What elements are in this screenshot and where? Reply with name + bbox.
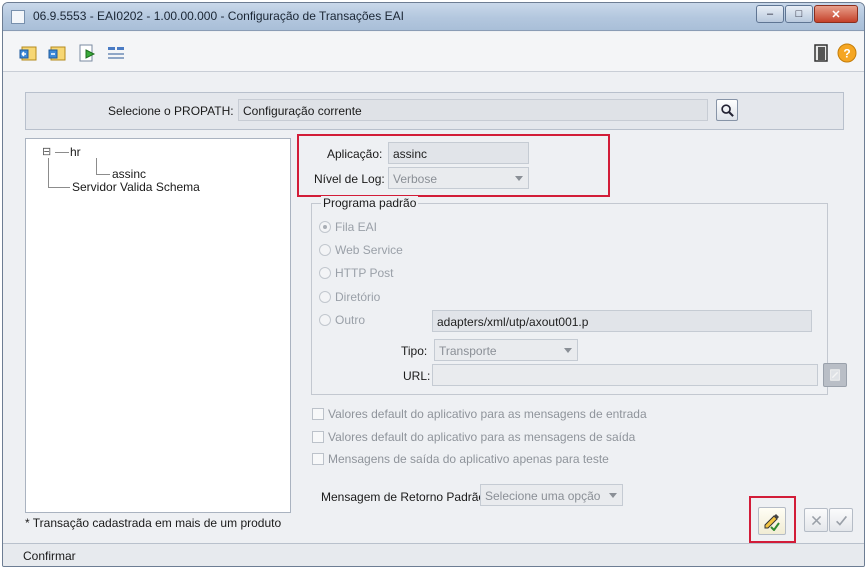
tipo-value: Transporte (439, 344, 497, 358)
tree-node-hr[interactable]: hr (70, 145, 81, 159)
exit-door-icon[interactable] (809, 41, 833, 65)
url-label: URL: (403, 369, 431, 383)
nivel-log-value: Verbose (393, 172, 438, 186)
radio-http-post[interactable]: HTTP Post (319, 264, 393, 282)
retorno-label: Mensagem de Retorno Padrão: (321, 490, 489, 504)
tree-connector (48, 187, 70, 188)
aplicacao-field[interactable]: assinc (388, 142, 529, 164)
chevron-down-icon (515, 176, 523, 181)
radio-outro[interactable]: Outro (319, 311, 365, 329)
chevron-down-icon (609, 493, 617, 498)
radio-button[interactable] (319, 291, 331, 303)
footnote: * Transação cadastrada em mais de um pro… (25, 516, 282, 530)
main-window: 06.9.5553 - EAI0202 - 1.00.00.000 - Conf… (2, 2, 865, 567)
radio-fila-eai[interactable]: Fila EAI (319, 218, 377, 236)
edit-icon (830, 369, 840, 381)
previous-record-icon[interactable] (46, 41, 70, 65)
propath-bar: Selecione o PROPATH: Configuração corren… (25, 92, 844, 130)
checkbox-label: Valores default do aplicativo para as me… (328, 430, 636, 444)
radio-label: Fila EAI (335, 220, 378, 234)
programa-padrao-title: Programa padrão (321, 196, 419, 210)
transaction-tree[interactable]: ⊟ hr assinc Servidor Valida Schema (25, 138, 291, 513)
checkmark-icon (835, 515, 847, 526)
radio-button[interactable] (319, 221, 331, 233)
close-icon (811, 515, 821, 525)
radio-button[interactable] (319, 267, 331, 279)
go-to-record-icon[interactable] (75, 41, 99, 65)
pencil-icon (764, 514, 780, 531)
maximize-button[interactable]: □ (785, 5, 813, 23)
checkbox[interactable] (312, 453, 324, 465)
checkbox-label: Mensagens de saída do aplicativo apenas … (328, 452, 609, 466)
radio-label: Diretório (335, 290, 381, 304)
tree-connector (48, 158, 49, 187)
radio-label: HTTP Post (335, 266, 394, 280)
tree-connector (96, 158, 97, 174)
window-title: 06.9.5553 - EAI0202 - 1.00.00.000 - Conf… (33, 9, 404, 23)
search-icon (720, 103, 734, 117)
window-controls: – □ ✕ (755, 5, 858, 23)
list-icon[interactable] (104, 41, 128, 65)
app-icon (11, 10, 25, 24)
edit-button[interactable] (758, 507, 786, 535)
radio-button[interactable] (319, 314, 331, 326)
outro-program-field[interactable]: adapters/xml/utp/axout001.p (432, 310, 812, 332)
radio-diretorio[interactable]: Diretório (319, 288, 380, 306)
toolbar: ? (3, 32, 864, 72)
tipo-label: Tipo: (401, 344, 428, 358)
retorno-value: Selecione uma opção (485, 489, 601, 503)
propath-field[interactable]: Configuração corrente (238, 99, 708, 121)
tree-node-servidor-valida-schema[interactable]: Servidor Valida Schema (72, 180, 200, 194)
help-icon[interactable]: ? (835, 41, 859, 65)
svg-text:?: ? (843, 47, 850, 61)
chevron-down-icon (564, 348, 572, 353)
close-button[interactable]: ✕ (814, 5, 858, 23)
radio-label: Web Service (335, 243, 403, 257)
first-record-icon[interactable] (17, 41, 41, 65)
tree-connector (96, 174, 110, 175)
retorno-select[interactable]: Selecione uma opção (480, 484, 623, 506)
propath-label: Selecione o PROPATH: (108, 104, 234, 118)
confirm-button[interactable] (829, 508, 853, 532)
radio-label: Outro (335, 313, 366, 327)
status-text: Confirmar (23, 549, 76, 563)
minimize-button[interactable]: – (756, 5, 784, 23)
status-bar: Confirmar (3, 543, 864, 566)
nivel-log-label: Nível de Log: (314, 172, 385, 186)
radio-web-service[interactable]: Web Service (319, 241, 403, 259)
tree-expander-icon[interactable]: ⊟ (42, 145, 51, 158)
aplicacao-label: Aplicação: (327, 147, 383, 161)
checkbox[interactable] (312, 431, 324, 443)
search-button[interactable] (716, 99, 738, 121)
checkbox-valores-saida[interactable]: Valores default do aplicativo para as me… (312, 428, 635, 446)
radio-button[interactable] (319, 244, 331, 256)
tree-connector (55, 152, 69, 153)
url-field[interactable] (432, 364, 818, 386)
checkbox-label: Valores default do aplicativo para as me… (328, 407, 647, 421)
title-bar: 06.9.5553 - EAI0202 - 1.00.00.000 - Conf… (3, 3, 864, 31)
tree-node-assinc[interactable]: assinc (112, 167, 146, 181)
edit-url-button[interactable] (823, 363, 847, 387)
checkbox-valores-entrada[interactable]: Valores default do aplicativo para as me… (312, 405, 647, 423)
checkbox-mensagens-teste[interactable]: Mensagens de saída do aplicativo apenas … (312, 450, 609, 468)
checkbox[interactable] (312, 408, 324, 420)
nivel-log-select[interactable]: Verbose (388, 167, 529, 189)
tipo-select[interactable]: Transporte (434, 339, 578, 361)
cancel-button[interactable] (804, 508, 828, 532)
